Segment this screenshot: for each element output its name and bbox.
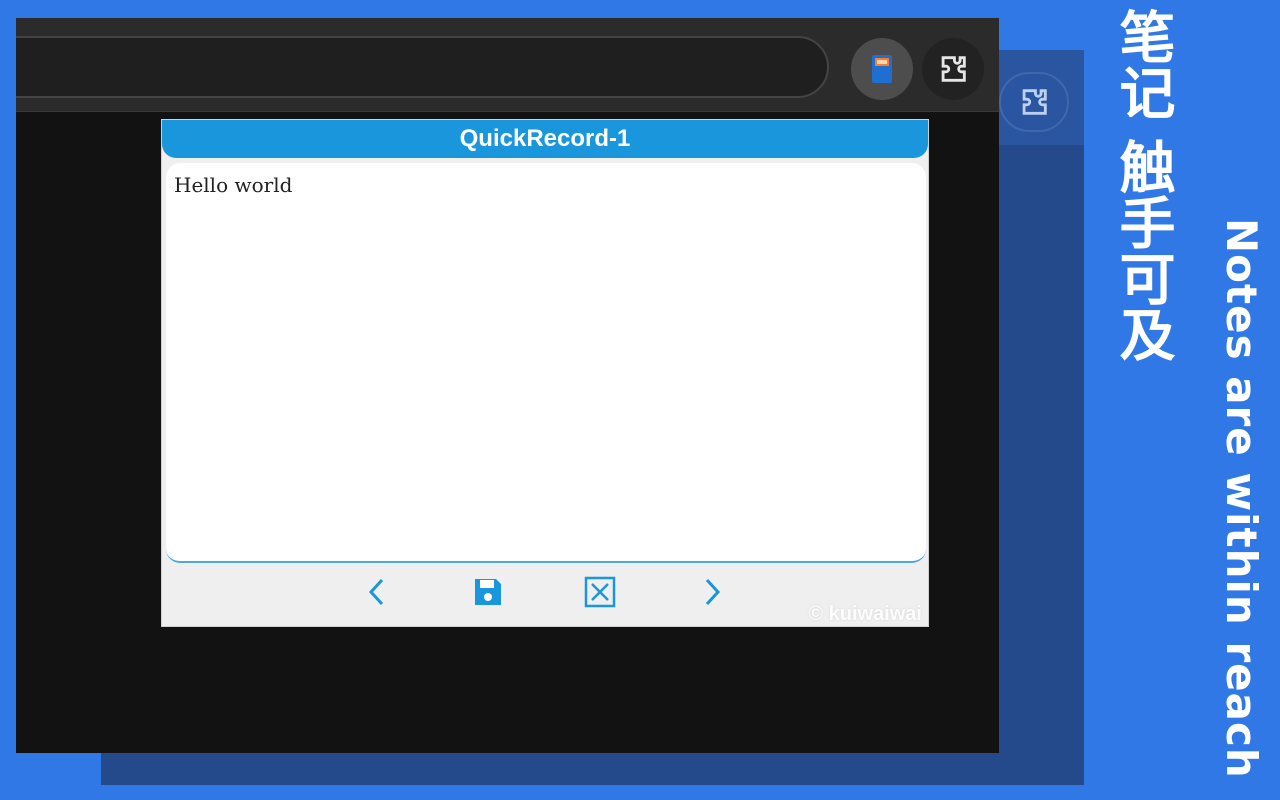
browser-window: QuickRecord-1 Hello world © kuiwaiwai — [16, 18, 999, 753]
quickrecord-popup: QuickRecord-1 Hello world © kuiwaiwai — [161, 119, 929, 627]
banner-english-tagline: Notes are within reach — [1217, 218, 1266, 779]
puzzle-icon — [941, 56, 966, 82]
watermark: © kuiwaiwai — [808, 603, 922, 625]
chevron-left-icon — [368, 578, 384, 606]
extensions-button[interactable] — [922, 38, 984, 100]
clear-button[interactable] — [582, 574, 618, 610]
banner-cn-line2: 触手可及 — [1110, 138, 1175, 362]
banner-cn-line1: 笔记 — [1110, 8, 1175, 120]
chevron-right-icon — [705, 578, 721, 606]
popup-title: QuickRecord-1 — [162, 120, 928, 158]
save-button[interactable] — [470, 574, 506, 610]
background-puzzle-icon — [999, 72, 1069, 132]
next-button[interactable] — [694, 574, 730, 610]
save-icon — [475, 579, 501, 605]
banner-chinese-title: 笔记 触手可及 — [1110, 8, 1175, 362]
browser-toolbar — [16, 18, 999, 112]
address-bar[interactable] — [16, 36, 829, 98]
notebook-icon — [872, 55, 892, 83]
previous-button[interactable] — [359, 574, 395, 610]
note-textarea[interactable]: Hello world — [166, 163, 926, 563]
popup-footer: © kuiwaiwai — [162, 566, 928, 628]
close-box-icon — [584, 576, 616, 608]
quickrecord-extension-button[interactable] — [851, 38, 913, 100]
